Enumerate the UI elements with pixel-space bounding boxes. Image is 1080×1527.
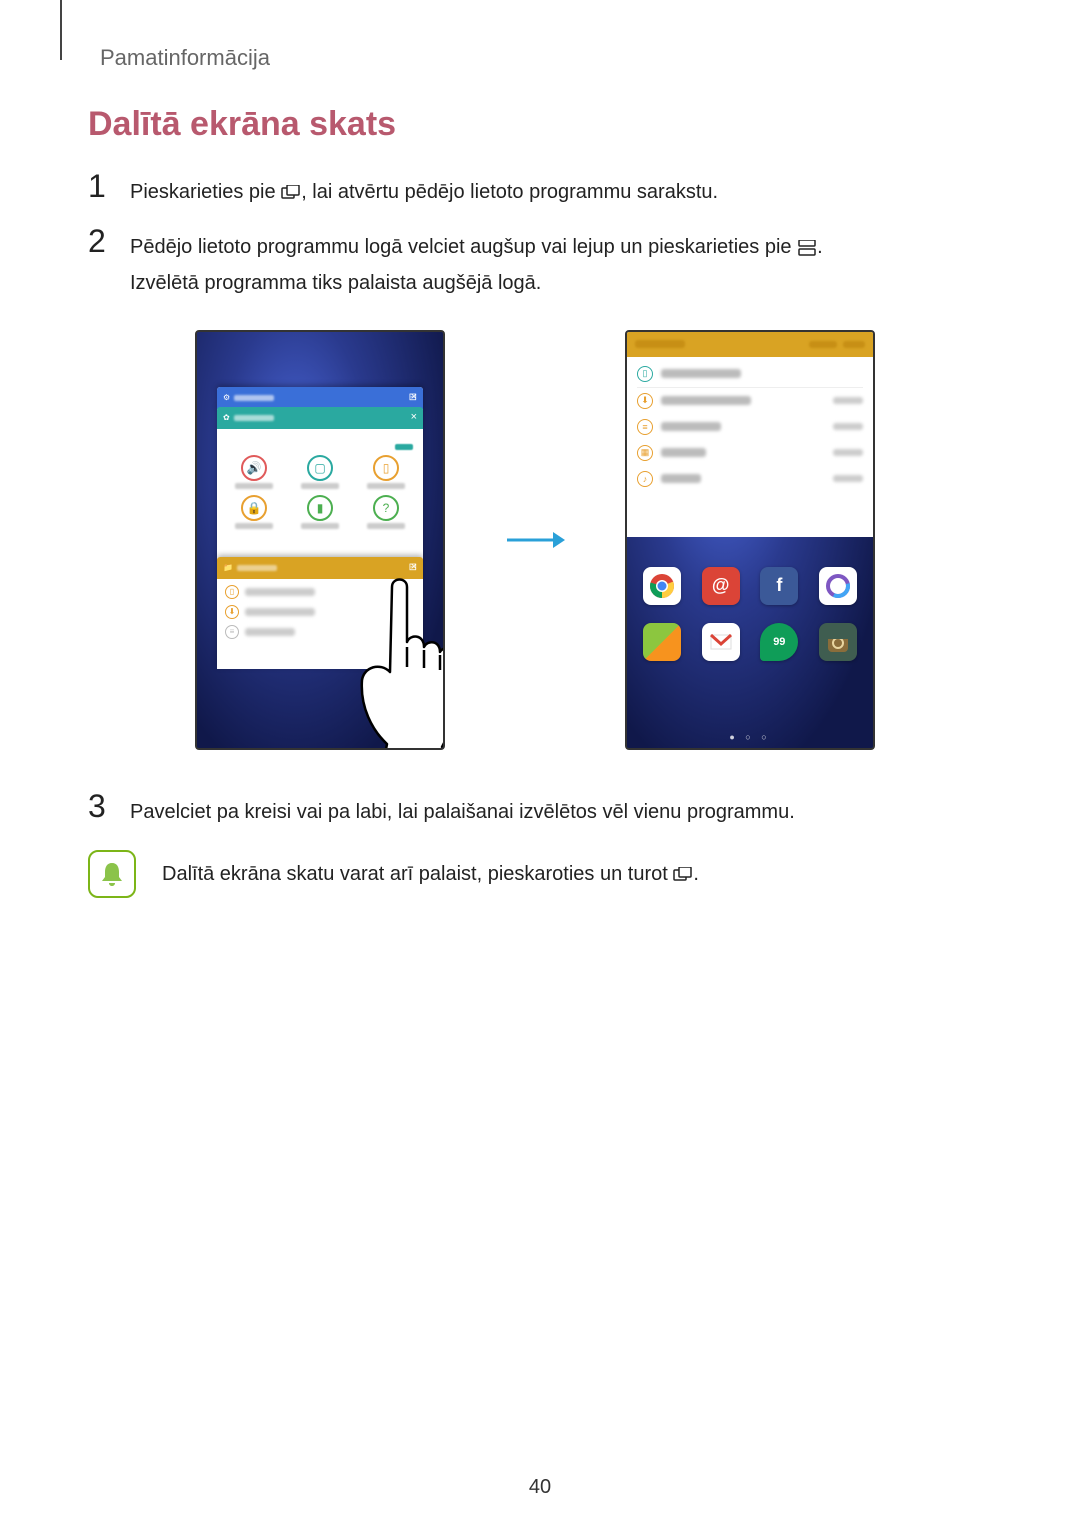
step-text: Pēdējo lietoto programmu logā velciet au… [130, 225, 823, 301]
page-number: 40 [0, 1476, 1080, 1499]
chapter-header: Pamatinformācija [100, 45, 270, 71]
gallery-icon [643, 623, 681, 661]
display-icon: ▢ [307, 455, 333, 481]
section-title: Dalītā ekrāna skats [88, 105, 396, 144]
step-text: Pieskarieties pie , lai atvērtu pēdējo l… [130, 170, 718, 210]
split-top-pane: ▯ ⬇ ≡ ▦ ♪ [627, 332, 873, 537]
hangouts-icon: 99 [760, 623, 798, 661]
text: Pieskarieties pie [130, 181, 281, 203]
text: Izvēlētā programma tiks palaista augšējā… [130, 272, 541, 294]
split-screen-icon [797, 232, 817, 248]
instagram-icon [819, 623, 857, 661]
audio-icon: ♪ [637, 471, 653, 487]
step-number: 2 [88, 225, 116, 257]
tip-note: Dalītā ekrāna skatu varat arī palaist, p… [88, 850, 990, 898]
lock-icon: 🔒 [241, 495, 267, 521]
page-left-rule [60, 0, 62, 60]
step-1: 1 Pieskarieties pie , lai atvērtu pēdējo… [88, 170, 990, 210]
page-indicator-dots: ● ○ ○ [627, 732, 873, 742]
text: . [693, 863, 699, 885]
hand-pointer-illustration [332, 562, 445, 750]
manual-icon: ? [373, 495, 399, 521]
facebook-icon: f [760, 567, 798, 605]
step-number: 3 [88, 790, 116, 822]
recent-card-internet-header: ⚙ ⊟ × [217, 387, 423, 409]
storage-icon: ▯ [637, 366, 653, 382]
recent-apps-icon [281, 177, 301, 193]
step-number: 1 [88, 170, 116, 202]
close-icon: × [411, 391, 417, 403]
text: . [817, 236, 823, 258]
phone-left-recent-apps: ⚙ ⊟ × ✿ × 🔊 ▢ ▯ [195, 330, 445, 750]
split-bottom-pane: @ f 99 ● ○ ○ [627, 537, 873, 748]
close-icon: × [411, 411, 417, 423]
battery-icon: ▮ [307, 495, 333, 521]
step-2: 2 Pēdējo lietoto programmu logā velciet … [88, 225, 990, 301]
note-text: Dalītā ekrāna skatu varat arī palaist, p… [162, 863, 699, 886]
email-at-icon: @ [702, 567, 740, 605]
text: , lai atvērtu pēdējo lietoto programmu s… [301, 181, 718, 203]
recent-apps-icon [673, 866, 693, 882]
arrow-right-icon [500, 528, 570, 552]
text: Pēdējo lietoto programmu logā velciet au… [130, 236, 797, 258]
gmail-icon [702, 623, 740, 661]
samsung-browser-icon [819, 567, 857, 605]
sound-icon: 🔊 [241, 455, 267, 481]
chrome-icon [643, 567, 681, 605]
step-text: Pavelciet pa kreisi vai pa labi, lai pal… [130, 790, 795, 830]
myfiles-header [627, 332, 873, 357]
phone-right-split-view: ▯ ⬇ ≡ ▦ ♪ @ f 99 [625, 330, 875, 750]
images-icon: ▦ [637, 445, 653, 461]
edge-icon: ▯ [373, 455, 399, 481]
settings-grid: 🔊 ▢ ▯ 🔒 ▮ ? [217, 429, 423, 559]
download-icon: ⬇ [637, 393, 653, 409]
instruction-figure: ⚙ ⊟ × ✿ × 🔊 ▢ ▯ [195, 312, 875, 767]
bell-icon [88, 850, 136, 898]
step-3: 3 Pavelciet pa kreisi vai pa labi, lai p… [88, 790, 990, 830]
recent-card-settings-header: ✿ × [217, 407, 423, 429]
text: Dalītā ekrāna skatu varat arī palaist, p… [162, 863, 673, 885]
documents-icon: ≡ [637, 419, 653, 435]
